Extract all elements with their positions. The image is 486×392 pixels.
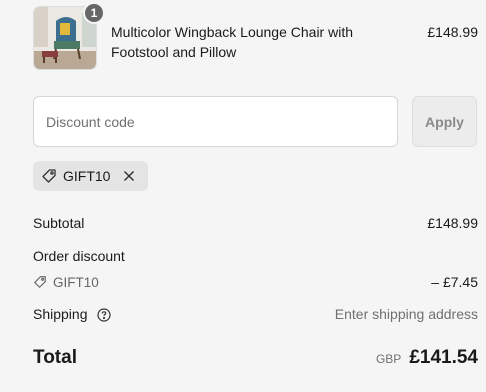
shipping-label: Shipping bbox=[33, 306, 88, 322]
total-label: Total bbox=[33, 347, 77, 368]
tag-icon bbox=[41, 168, 57, 184]
total-row: Total GBP £141.54 bbox=[33, 347, 478, 369]
tag-icon bbox=[33, 275, 47, 289]
order-discount-row: Order discount bbox=[33, 248, 478, 264]
subtotal-value: £148.99 bbox=[427, 215, 478, 231]
discount-code-row: GIFT10 – £7.45 bbox=[33, 274, 478, 290]
product-price: £148.99 bbox=[427, 24, 478, 40]
discount-code-text: GIFT10 bbox=[53, 274, 99, 290]
applied-discount-code: GIFT10 bbox=[63, 168, 111, 184]
discount-code-input[interactable] bbox=[33, 96, 398, 147]
shipping-value: Enter shipping address bbox=[334, 306, 478, 323]
order-discount-label: Order discount bbox=[33, 248, 125, 264]
quantity-badge: 1 bbox=[83, 2, 105, 24]
apply-discount-button[interactable]: Apply bbox=[412, 96, 477, 147]
discount-value: – £7.45 bbox=[431, 274, 478, 290]
line-item: 1 Multicolor Wingback Lounge Chair with … bbox=[33, 2, 478, 72]
subtotal-row: Subtotal £148.99 bbox=[33, 215, 478, 231]
subtotal-label: Subtotal bbox=[33, 215, 85, 231]
shipping-row: Shipping Enter shipping address bbox=[33, 306, 478, 322]
total-value: £141.54 bbox=[409, 347, 478, 368]
question-circle-icon[interactable] bbox=[97, 308, 111, 322]
close-icon[interactable] bbox=[120, 167, 138, 185]
applied-discount-chip: GIFT10 bbox=[33, 161, 149, 191]
currency-code: GBP bbox=[375, 352, 402, 366]
product-name: Multicolor Wingback Lounge Chair with Fo… bbox=[111, 24, 353, 60]
total-amount: GBP £141.54 bbox=[376, 347, 478, 369]
discount-code-line: GIFT10 bbox=[33, 275, 99, 290]
shipping-label-wrap: Shipping bbox=[33, 306, 111, 322]
